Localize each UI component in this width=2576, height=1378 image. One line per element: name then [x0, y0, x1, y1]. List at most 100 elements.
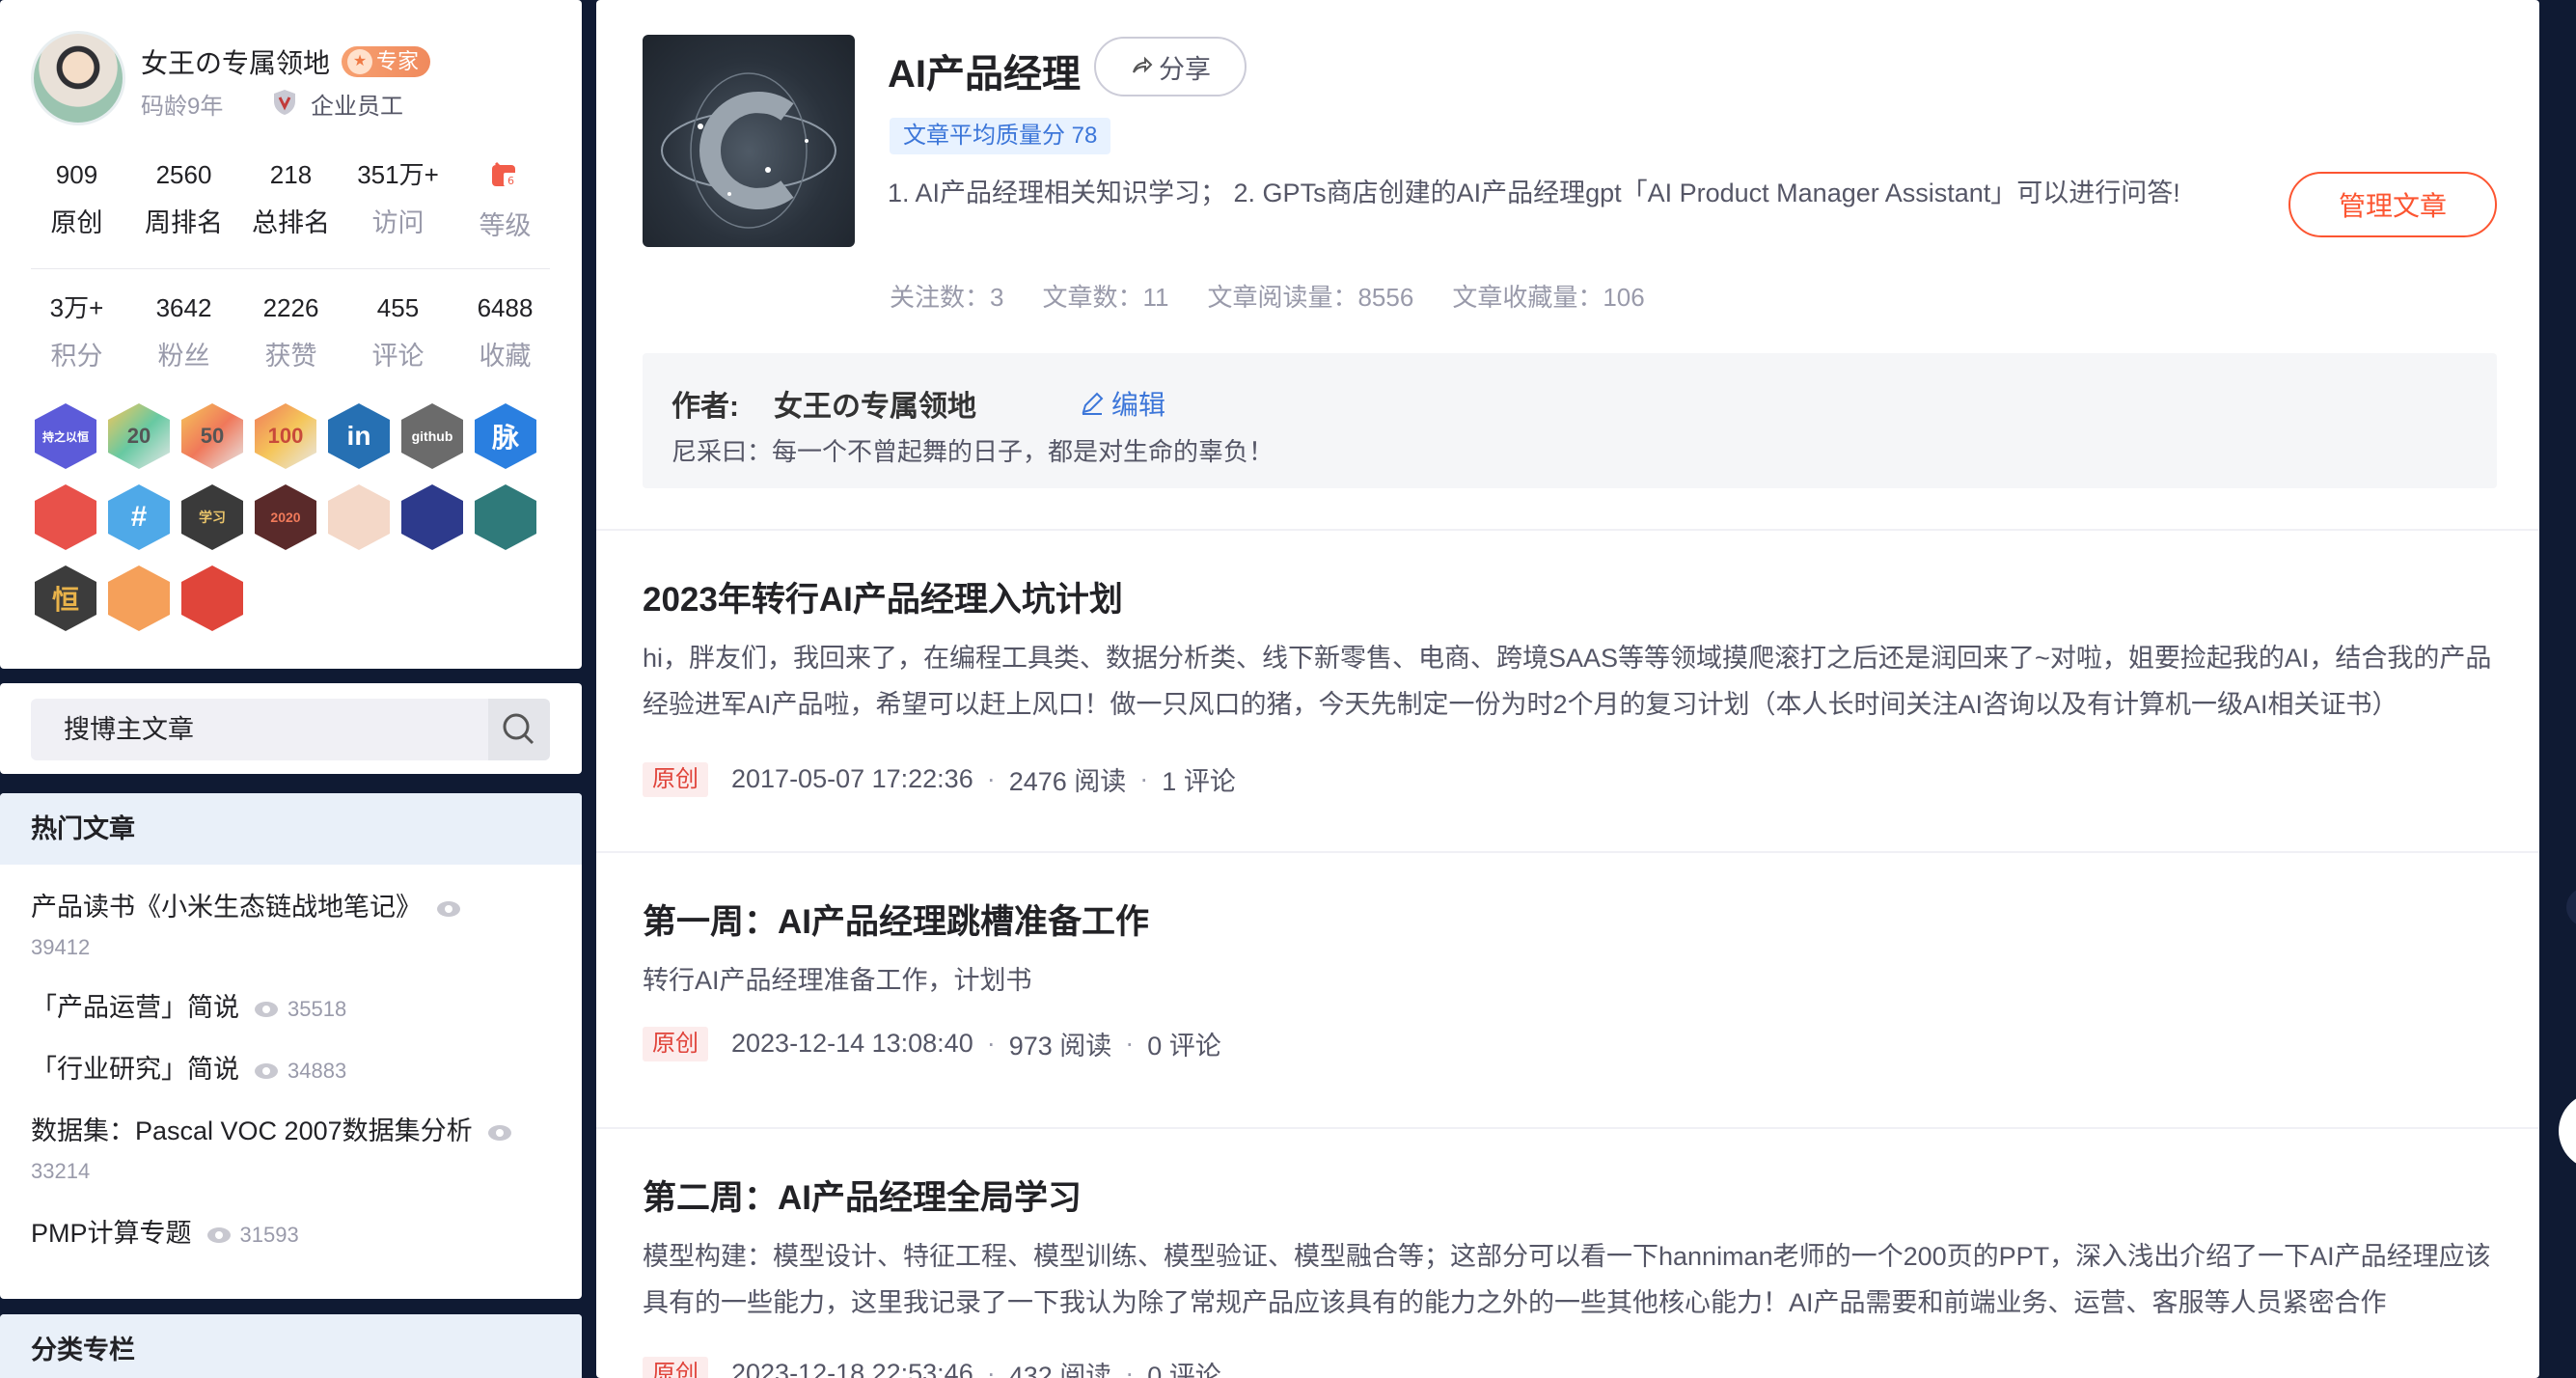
stat-week-rank[interactable]: 2560 周排名: [130, 157, 237, 242]
stats-divider: [31, 268, 550, 269]
badge-100-icon[interactable]: 100: [255, 403, 316, 469]
badge-pen-icon[interactable]: [181, 565, 243, 631]
hot-articles-card: 热门文章 产品读书《小米生态链战地笔记》 39412 「产品运营」简说 35518…: [0, 793, 582, 1299]
hot-item[interactable]: 数据集：Pascal VOC 2007数据集分析 33214: [31, 1112, 552, 1191]
svg-text:6: 6: [507, 175, 514, 187]
profile-card: 女王の专属领地 ★ 专家 码龄9年 企业员工 909 原创 2560 周排名 2…: [0, 0, 582, 669]
sidebar: 女王の专属领地 ★ 专家 码龄9年 企业员工 909 原创 2560 周排名 2…: [0, 0, 582, 1378]
article-meta: 原创 2017-05-07 17:22:36 · 2476 阅读 · 1 评论: [643, 760, 2497, 798]
eye-icon: [255, 1062, 278, 1079]
author-box: 作者: 女王の专属领地 编辑 尼采曰：每一个不曾起舞的日子，都是对生命的辜负！: [643, 353, 2497, 488]
article-summary: hi，胖友们，我回来了，在编程工具类、数据分析类、线下新零售、电商、跨境SAAS…: [643, 644, 2492, 719]
hot-item[interactable]: 「产品运营」简说 35518: [31, 988, 552, 1029]
badge-book-icon[interactable]: [108, 565, 170, 631]
manage-articles-button[interactable]: 管理文章: [2288, 172, 2497, 237]
search-button[interactable]: [488, 699, 550, 760]
edit-link[interactable]: 编辑: [1079, 384, 1165, 423]
shield-icon: [274, 90, 295, 115]
stats-row-1: 909 原创 2560 周排名 218 总排名 351万+ 访问 6 等级: [23, 157, 560, 242]
badge-study-icon[interactable]: 学习: [181, 484, 243, 550]
original-tag: 原创: [643, 1026, 708, 1061]
stat-article-favorites: 文章收藏量：106: [1452, 283, 1645, 312]
stat-fans[interactable]: 3642 粉丝: [130, 290, 237, 372]
stat-total-rank[interactable]: 218 总排名: [237, 157, 344, 242]
stat-favorites: 6488 收藏: [477, 293, 534, 371]
share-icon: [1133, 56, 1153, 73]
article-date: 2023-12-18 22:53:46: [731, 1359, 973, 1378]
article-item[interactable]: 2023年转行AI产品经理入坑计划 hi，胖友们，我回来了，在编程工具类、数据分…: [643, 577, 2497, 798]
quality-score-tag: 文章平均质量分 78: [890, 118, 1111, 154]
section-divider: [596, 529, 2539, 531]
badge-persistence-icon[interactable]: 持之以恒: [35, 403, 96, 469]
floating-toolbar-handle[interactable]: [2559, 1092, 2576, 1170]
article-comments: 0 评论: [1147, 1362, 1221, 1378]
article-summary: 转行AI产品经理准备工作，计划书: [643, 966, 1032, 995]
cover-graphic-icon: [661, 72, 836, 229]
stat-level[interactable]: 6 等级: [452, 157, 559, 242]
stat-likes: 2226 获赞: [262, 293, 319, 371]
badge-hash-icon[interactable]: #: [108, 484, 170, 550]
badge-50-icon[interactable]: 50: [181, 403, 243, 469]
hot-item[interactable]: 产品读书《小米生态链战地笔记》 39412: [31, 888, 552, 967]
article-date: 2023-12-14 13:08:40: [731, 1029, 973, 1058]
column-title: AI产品经理: [888, 53, 1081, 96]
article-reads: 2476 阅读: [1008, 767, 1127, 796]
avatar[interactable]: [31, 31, 125, 125]
article-title[interactable]: 第一周：AI产品经理跳槽准备工作: [643, 899, 2497, 946]
article-title[interactable]: 第二周：AI产品经理全局学习: [643, 1175, 2497, 1222]
article-title[interactable]: 2023年转行AI产品经理入坑计划: [643, 577, 2497, 623]
stats-row-2: 3万+ 积分 3642 粉丝 2226 获赞 455 评论 6488 收藏: [23, 290, 560, 372]
side-handle: [2566, 888, 2576, 926]
badge-monkey-icon[interactable]: [328, 484, 390, 550]
article-summary: 模型构建：模型设计、特征工程、模型训练、模型验证、模型融合等；这部分可以看一下h…: [643, 1242, 2491, 1317]
column-description: 1. AI产品经理相关知识学习； 2. GPTs商店创建的AI产品经理gpt「A…: [888, 179, 2180, 207]
article-reads: 432 阅读: [1008, 1362, 1112, 1378]
stat-original[interactable]: 909 原创: [23, 157, 130, 242]
article-item[interactable]: 第二周：AI产品经理全局学习 模型构建：模型设计、特征工程、模型训练、模型验证、…: [643, 1175, 2497, 1378]
badge-list-icon[interactable]: [475, 484, 536, 550]
hot-item[interactable]: PMP计算专题 31593: [31, 1214, 552, 1254]
column-cover-image: [643, 35, 855, 247]
badge-2020-icon[interactable]: 2020: [255, 484, 316, 550]
employee-label: 企业员工: [311, 94, 403, 120]
expert-badge[interactable]: ★ 专家: [342, 46, 431, 77]
badge-hand-icon[interactable]: [35, 484, 96, 550]
eye-icon: [487, 1124, 511, 1141]
badge-maimai-icon[interactable]: 脉: [475, 403, 536, 469]
badge-20-icon[interactable]: 20: [108, 403, 170, 469]
badge-constant-icon[interactable]: 恒: [35, 565, 96, 631]
column-stats: 关注数：3 文章数：11 文章阅读量：8556 文章收藏量：106: [890, 278, 1645, 314]
search-card: [0, 683, 582, 774]
stat-visits: 351万+ 访问: [357, 160, 439, 237]
stat-article-reads: 文章阅读量：8556: [1207, 283, 1414, 312]
share-button[interactable]: 分享: [1094, 37, 1247, 96]
original-tag: 原创: [643, 761, 708, 797]
stat-article-count: 文章数：11: [1042, 283, 1169, 312]
stat-comments: 455 评论: [371, 293, 425, 371]
article-date: 2017-05-07 17:22:36: [731, 764, 973, 793]
author-label: 作者:: [671, 391, 739, 423]
article-item[interactable]: 第一周：AI产品经理跳槽准备工作 转行AI产品经理准备工作，计划书 原创 202…: [643, 899, 2497, 1062]
author-name[interactable]: 女王の专属领地: [141, 42, 330, 81]
category-title: 分类专栏: [0, 1314, 582, 1378]
category-card: 分类专栏: [0, 1314, 582, 1378]
article-meta: 原创 2023-12-14 13:08:40 · 973 阅读 · 0 评论: [643, 1025, 2497, 1062]
badge-rocket-icon[interactable]: [401, 484, 463, 550]
article-meta: 原创 2023-12-18 22:53:46 · 432 阅读 · 0 评论: [643, 1355, 2497, 1378]
search-box: [31, 699, 550, 760]
edit-icon: [1082, 392, 1104, 415]
stat-follows: 关注数：3: [890, 283, 1004, 312]
main-content: AI产品经理 分享 文章平均质量分 78 1. AI产品经理相关知识学习； 2.…: [596, 0, 2539, 1378]
badge-github-icon[interactable]: github: [401, 403, 463, 469]
eye-icon: [255, 1001, 278, 1017]
search-input[interactable]: [31, 699, 488, 760]
search-icon: [503, 713, 534, 745]
article-comments: 0 评论: [1147, 1032, 1221, 1061]
level-icon: 6: [491, 161, 519, 187]
badge-linkedin-icon[interactable]: in: [328, 403, 390, 469]
eye-icon: [437, 900, 460, 917]
author-name-link[interactable]: 女王の专属领地: [774, 382, 976, 425]
hot-item[interactable]: 「行业研究」简说 34883: [31, 1050, 552, 1090]
article-comments: 1 评论: [1162, 767, 1236, 796]
author-motto: 尼采曰：每一个不曾起舞的日子，都是对生命的辜负！: [671, 437, 1274, 466]
